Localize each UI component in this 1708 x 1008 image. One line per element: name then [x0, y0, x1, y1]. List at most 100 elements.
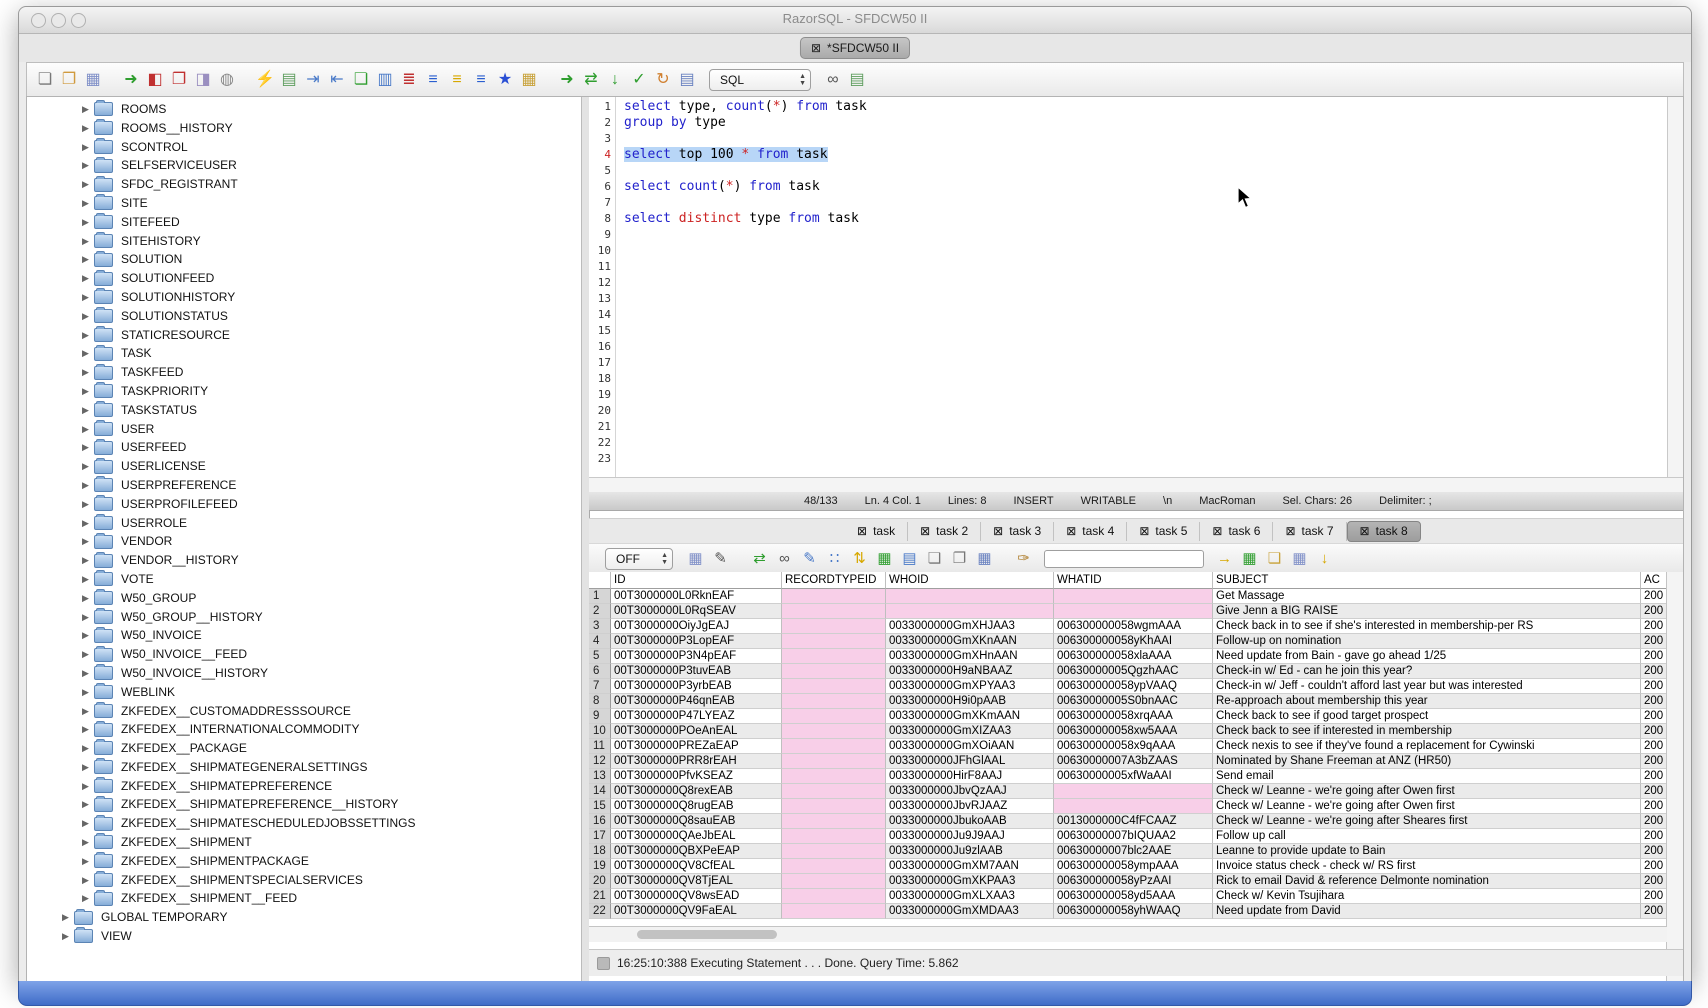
data-cell[interactable]: 00T3000000QV8CfEAL [611, 859, 782, 874]
tree-item-zkfedex__shipment__feed[interactable]: ▶ZKFEDEX__SHIPMENT__FEED [27, 889, 581, 908]
data-cell[interactable]: 00630000005QgzhAAC [1054, 664, 1213, 679]
disclosure-triangle-icon[interactable]: ▶ [62, 927, 74, 946]
disclosure-triangle-icon[interactable]: ▶ [82, 213, 94, 232]
connection-tab[interactable]: ⊠*SFDCW50 II [800, 37, 910, 59]
documentation-icon[interactable]: ▥ [373, 68, 397, 92]
tree-item-site[interactable]: ▶SITE [27, 194, 581, 213]
disclosure-triangle-icon[interactable]: ▶ [82, 814, 94, 833]
tab-close-icon[interactable]: ⊠ [1360, 522, 1370, 541]
go-icon[interactable]: ➜ [555, 68, 579, 92]
data-cell[interactable] [782, 724, 886, 739]
data-cell[interactable] [782, 694, 886, 709]
disclosure-triangle-icon[interactable]: ▶ [82, 889, 94, 908]
results-tab-task-5[interactable]: ⊠task 5 [1127, 522, 1200, 541]
data-cell[interactable]: 00T3000000QV9FaEAL [611, 904, 782, 919]
data-cell[interactable]: 200 [1641, 889, 1667, 904]
data-cell[interactable]: 00T3000000QBXPeEAP [611, 844, 782, 859]
download-icon[interactable]: ↓ [1312, 547, 1337, 571]
data-cell[interactable]: Invoice status check - check w/ RS first [1213, 859, 1641, 874]
data-cell[interactable]: Follow-up on nomination [1213, 634, 1641, 649]
results-tab-task-6[interactable]: ⊠task 6 [1200, 522, 1273, 541]
tree-item-weblink[interactable]: ▶WEBLINK [27, 683, 581, 702]
disclosure-triangle-icon[interactable]: ▶ [82, 344, 94, 363]
disclosure-triangle-icon[interactable]: ▶ [82, 363, 94, 382]
tree-item-taskpriority[interactable]: ▶TASKPRIORITY [27, 382, 581, 401]
data-cell[interactable]: 0033000000JbvQzAAJ [886, 784, 1054, 799]
grid-search-input[interactable] [1044, 550, 1204, 568]
data-cell[interactable]: 0013000000C4fFCAAZ [1054, 814, 1213, 829]
data-cell[interactable] [782, 814, 886, 829]
new-connection-icon[interactable]: ◨ [191, 68, 215, 92]
data-cell[interactable]: 200 [1641, 769, 1667, 784]
disclosure-triangle-icon[interactable]: ▶ [82, 288, 94, 307]
data-cell[interactable]: 0033000000JbvRJAAZ [886, 799, 1054, 814]
data-cell[interactable]: 006300000058xrqAAA [1054, 709, 1213, 724]
data-cell[interactable]: 0033000000HirF8AAJ [886, 769, 1054, 784]
data-cell[interactable]: 0033000000GmXHnAAN [886, 649, 1054, 664]
data-cell[interactable]: 00T3000000L0RknEAF [611, 589, 782, 604]
disclosure-triangle-icon[interactable]: ▶ [82, 175, 94, 194]
data-cell[interactable]: 00T3000000QV8wsEAD [611, 889, 782, 904]
data-cell[interactable]: 00T3000000P3yrbEAB [611, 679, 782, 694]
data-cell[interactable]: Follow up call [1213, 829, 1641, 844]
tree-item-vendor__history[interactable]: ▶VENDOR__HISTORY [27, 551, 581, 570]
disclosure-triangle-icon[interactable]: ▶ [82, 683, 94, 702]
refresh-table-icon[interactable]: ▦ [872, 547, 897, 571]
tab-close-icon[interactable]: ⊠ [1285, 522, 1295, 541]
disclosure-triangle-icon[interactable]: ▶ [82, 420, 94, 439]
data-cell[interactable]: 200 [1641, 829, 1667, 844]
results-tab-task-7[interactable]: ⊠task 7 [1273, 522, 1346, 541]
tree-item-scontrol[interactable]: ▶SCONTROL [27, 138, 581, 157]
result-list-icon[interactable]: ▤ [845, 68, 869, 92]
data-cell[interactable]: Send email [1213, 769, 1641, 784]
table-editor-icon[interactable]: ▦ [517, 68, 541, 92]
switch-connection-icon[interactable]: ⇄ [579, 68, 603, 92]
data-cell[interactable] [1054, 604, 1213, 619]
data-cell[interactable]: 200 [1641, 739, 1667, 754]
disclosure-triangle-icon[interactable]: ▶ [82, 382, 94, 401]
tree-item-userlicense[interactable]: ▶USERLICENSE [27, 457, 581, 476]
data-cell[interactable]: Check back to see if good target prospec… [1213, 709, 1641, 724]
format-sql-icon[interactable]: ≣ [397, 68, 421, 92]
column-header-ac[interactable]: AC [1641, 572, 1667, 589]
row-limit-select[interactable]: OFF▲▼ [605, 548, 673, 570]
database-icon[interactable]: ◍ [215, 68, 239, 92]
disclosure-triangle-icon[interactable]: ▶ [82, 100, 94, 119]
disclosure-triangle-icon[interactable]: ▶ [82, 138, 94, 157]
data-cell[interactable] [1054, 784, 1213, 799]
column-header-whoid[interactable]: WHOID [886, 572, 1054, 589]
disclosure-triangle-icon[interactable]: ▶ [82, 307, 94, 326]
tree-item-global-temporary[interactable]: ▶GLOBAL TEMPORARY [27, 908, 581, 927]
data-cell[interactable]: 200 [1641, 799, 1667, 814]
tab-close-icon[interactable]: ⊠ [1066, 522, 1076, 541]
data-cell[interactable]: 006300000058yd5AAA [1054, 889, 1213, 904]
results-tab-task-4[interactable]: ⊠task 4 [1054, 522, 1127, 541]
data-cell[interactable] [782, 754, 886, 769]
data-cell[interactable]: 200 [1641, 589, 1667, 604]
tree-item-sitefeed[interactable]: ▶SITEFEED [27, 213, 581, 232]
tree-item-solutionstatus[interactable]: ▶SOLUTIONSTATUS [27, 307, 581, 326]
align-right-icon[interactable]: ≡ [469, 68, 493, 92]
tree-item-solutionfeed[interactable]: ▶SOLUTIONFEED [27, 269, 581, 288]
data-cell[interactable]: 006300000058xw5AAA [1054, 724, 1213, 739]
save-icon[interactable]: ▦ [81, 68, 105, 92]
data-cell[interactable] [782, 604, 886, 619]
execute-sql-icon[interactable]: ⚡ [253, 68, 277, 92]
tree-item-zkfedex__shipmatescheduledjobssettings[interactable]: ▶ZKFEDEX__SHIPMATESCHEDULEDJOBSSETTINGS [27, 814, 581, 833]
edit-cell-icon[interactable]: ✎ [797, 547, 822, 571]
copy-table-icon[interactable]: ▦ [972, 547, 997, 571]
data-cell[interactable]: 0033000000GmXIZAA3 [886, 724, 1054, 739]
data-cell[interactable]: Leanne to provide update to Bain [1213, 844, 1641, 859]
disclosure-triangle-icon[interactable]: ▶ [82, 664, 94, 683]
data-cell[interactable]: 006300000058ypVAAQ [1054, 679, 1213, 694]
data-cell[interactable]: Check w/ Kevin Tsujihara [1213, 889, 1641, 904]
disclosure-triangle-icon[interactable]: ▶ [82, 156, 94, 175]
data-cell[interactable]: Nominated by Shane Freeman at ANZ (HR50) [1213, 754, 1641, 769]
data-cell[interactable]: 00630000005xfWaAAI [1054, 769, 1213, 784]
disclosure-triangle-icon[interactable]: ▶ [82, 232, 94, 251]
data-cell[interactable]: 00T3000000P3N4pEAF [611, 649, 782, 664]
data-cell[interactable]: 00T3000000Q8sauEAB [611, 814, 782, 829]
tree-item-w50_group[interactable]: ▶W50_GROUP [27, 589, 581, 608]
data-cell[interactable] [782, 589, 886, 604]
tree-item-zkfedex__shipmentpackage[interactable]: ▶ZKFEDEX__SHIPMENTPACKAGE [27, 852, 581, 871]
